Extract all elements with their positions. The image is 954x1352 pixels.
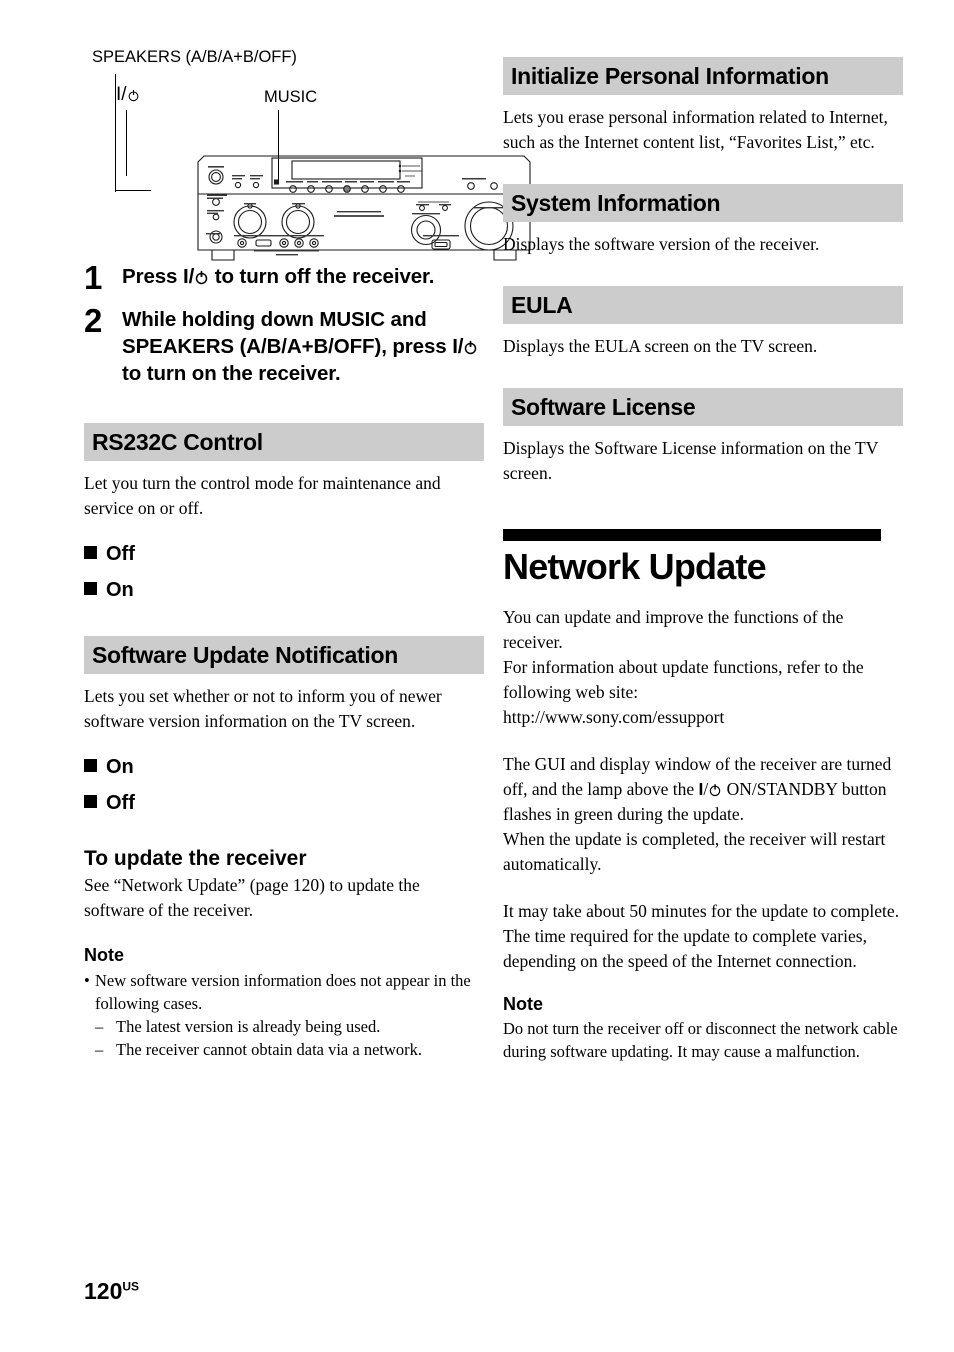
page-region-suffix: US — [122, 1279, 140, 1294]
step-1-number: 1 — [84, 259, 103, 296]
section-software-update-notification: Software Update Notification Lets you se… — [84, 636, 484, 815]
receiver-illustration — [197, 155, 531, 261]
network-update-url: http://www.sony.com/essupport — [503, 706, 725, 727]
section-to-update-the-receiver: To update the receiver See “Network Upda… — [84, 847, 484, 923]
left-note-sub-item-2: – The receiver cannot obtain data via a n… — [84, 1038, 484, 1061]
chapter-network-update: Network Update You can update and improv… — [503, 529, 903, 1063]
callout-label-speakers: SPEAKERS (A/B/A+B/OFF) — [92, 48, 297, 66]
right-note-block: Note Do not turn the receiver off or dis… — [503, 994, 903, 1064]
step-1-pre: Press — [122, 265, 183, 288]
square-bullet-icon — [84, 759, 97, 772]
initialize-personal-information-header-bar: Initialize Personal Information — [503, 57, 903, 95]
software-update-notification-title: Software Update Notification — [92, 641, 398, 668]
left-note-bullet-text: New software version information does no… — [95, 970, 471, 1013]
right-note-title: Note — [503, 993, 543, 1014]
left-note-sub-text-1: The latest version is already being used… — [116, 1016, 381, 1036]
network-update-para-3: The GUI and display window of the receiv… — [503, 752, 903, 827]
dash-icon: – — [95, 1016, 104, 1036]
rs232c-title: RS232C Control — [92, 428, 263, 455]
to-update-title: To update the receiver — [84, 847, 307, 870]
sun-option-off[interactable]: Off — [84, 792, 484, 815]
system-information-title: System Information — [511, 189, 721, 216]
right-note-body: Do not turn the receiver off or disconne… — [503, 1019, 898, 1062]
rs232c-option-on[interactable]: On — [84, 579, 484, 602]
square-bullet-icon — [84, 795, 97, 808]
sun-option-on-label: On — [106, 756, 134, 778]
step-2-post: to turn on the receiver. — [122, 362, 341, 385]
callout-line-power — [126, 110, 128, 176]
bullet-dot-icon: • — [84, 970, 90, 990]
network-update-para-5: It may take about 50 minutes for the upd… — [503, 900, 900, 971]
left-column: SPEAKERS (A/B/A+B/OFF) I/ MUSIC 1 Press … — [84, 0, 531, 1061]
sun-option-off-label: Off — [106, 792, 135, 814]
page-folio: 120US — [84, 1278, 139, 1305]
page-number: 120 — [84, 1278, 123, 1304]
power-symbol-inline-2: I/ — [452, 335, 478, 358]
rs232c-header-bar: RS232C Control — [84, 423, 484, 461]
square-bullet-icon — [84, 546, 97, 559]
network-update-title: Network Update — [503, 546, 767, 587]
initialize-personal-information-body: Lets you erase personal information rela… — [503, 107, 888, 152]
software-update-notification-body: Lets you set whether or not to inform yo… — [84, 686, 442, 731]
sun-option-on[interactable]: On — [84, 756, 484, 779]
rs232c-option-off-label: Off — [106, 543, 135, 565]
software-license-title: Software License — [511, 393, 696, 420]
chapter-rule — [503, 529, 881, 541]
section-eula: EULA Displays the EULA screen on the TV … — [503, 286, 903, 359]
rs232c-option-off[interactable]: Off — [84, 543, 484, 566]
left-note-sub-text-2: The receiver cannot obtain data via a ne… — [116, 1039, 423, 1059]
power-symbol-inline-3: I/ — [699, 779, 723, 799]
to-update-body: See “Network Update” (page 120) to updat… — [84, 875, 420, 921]
network-update-para-1: You can update and improve the functions… — [503, 606, 844, 652]
network-update-para-2: For information about update functions, … — [503, 656, 864, 702]
rs232c-option-on-label: On — [106, 579, 134, 601]
right-column: Initialize Personal Information Lets you… — [503, 0, 903, 1063]
power-symbol-callout: I/ — [116, 84, 140, 105]
eula-header-bar: EULA — [503, 286, 903, 324]
left-note-sub-list: – The latest version is already being use… — [84, 1015, 484, 1061]
section-system-information: System Information Displays the software… — [503, 184, 903, 257]
step-2: 2 While holding down MUSIC and SPEAKERS … — [84, 302, 484, 387]
step-2-text: While holding down MUSIC and SPEAKERS (A… — [122, 306, 484, 387]
step-2-number: 2 — [84, 302, 103, 339]
network-update-para-4: When the update is completed, the receiv… — [503, 828, 886, 874]
procedure-steps: 1 Press I/ to turn off the receiver. 2 W… — [84, 259, 484, 387]
eula-title: EULA — [511, 291, 573, 318]
software-license-body: Displays the Software License informatio… — [503, 438, 879, 483]
square-bullet-icon — [84, 582, 97, 595]
left-note-block: Note • New software version information d… — [84, 945, 484, 1061]
software-update-notification-header-bar: Software Update Notification — [84, 636, 484, 674]
callout-label-power: I/ — [116, 84, 140, 106]
left-note-bullet: • New software version information does n… — [84, 969, 484, 1015]
manual-page: SPEAKERS (A/B/A+B/OFF) I/ MUSIC 1 Press … — [0, 0, 954, 1352]
eula-body: Displays the EULA screen on the TV scree… — [503, 336, 818, 356]
callout-label-music: MUSIC — [264, 88, 318, 106]
left-note-title: Note — [84, 945, 124, 966]
left-note-sub-item-1: – The latest version is already being use… — [84, 1015, 484, 1038]
initialize-personal-information-title: Initialize Personal Information — [511, 62, 829, 89]
section-rs232c-control: RS232C Control Let you turn the control … — [84, 423, 484, 602]
system-information-header-bar: System Information — [503, 184, 903, 222]
system-information-body: Displays the software version of the rec… — [503, 234, 820, 254]
step-2-pre: While holding down MUSIC and SPEAKERS (A… — [122, 308, 453, 358]
receiver-figure: SPEAKERS (A/B/A+B/OFF) I/ MUSIC — [84, 0, 531, 261]
left-note-list: • New software version information does n… — [84, 969, 484, 1015]
callout-elbow-speakers — [115, 190, 151, 192]
section-initialize-personal-information: Initialize Personal Information Lets you… — [503, 57, 903, 155]
dash-icon: – — [95, 1039, 104, 1059]
section-software-license: Software License Displays the Software L… — [503, 388, 903, 486]
rs232c-body: Let you turn the control mode for mainte… — [84, 473, 441, 518]
software-license-header-bar: Software License — [503, 388, 903, 426]
